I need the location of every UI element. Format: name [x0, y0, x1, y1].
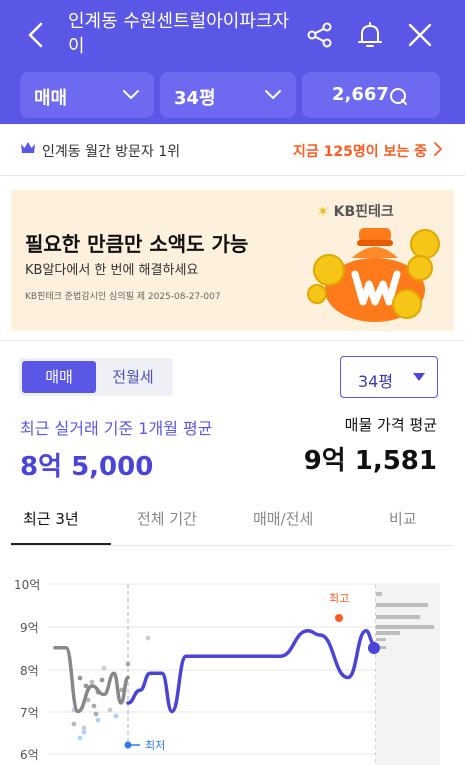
ad-fine-print: KB핀테크 준법감시인 심의필 제 2025-08-27-007 [25, 292, 221, 302]
caret-down-icon [413, 373, 425, 381]
series-line-main [126, 629, 376, 714]
toggle-rent[interactable]: 전월세 [96, 361, 170, 393]
trade-toggle: 매매 전월세 [19, 358, 173, 396]
active-tab-indicator [11, 543, 111, 545]
y-tick-7: 7억 [20, 706, 39, 720]
area-dropdown[interactable]: 34평 [160, 72, 296, 118]
transaction-dot [77, 675, 83, 681]
trade-type-label: 매매 [34, 88, 68, 109]
listing-bar [376, 625, 434, 629]
listing-bar [376, 638, 386, 641]
ad-banner[interactable]: 필요한 만큼만 소액도 가능 KB알다에서 한 번에 해결하세요 KB핀테크 준… [11, 190, 454, 331]
listing-price-label: 매물 가격 평균 [344, 416, 437, 434]
size-select-label: 34평 [358, 372, 394, 391]
listing-bar [376, 592, 382, 596]
price-chart[interactable]: 10억 9억 8억 7억 6억 최고 최저 [0, 560, 465, 765]
y-tick-10: 10억 [14, 578, 40, 592]
listing-bar [376, 631, 400, 635]
transaction-dot [71, 721, 77, 727]
listing-price-value: 9억 1,581 [303, 446, 437, 476]
y-tick-labels: 10억 9억 8억 7억 6억 [14, 578, 40, 762]
tab-all-period[interactable]: 전체 기간 [137, 508, 197, 529]
avg-price-label: 최근 실거래 기준 1개월 평균 [20, 419, 213, 438]
chevron-right-icon [434, 142, 442, 156]
money-bag-illustration [307, 228, 440, 322]
listing-count: 2,667 [332, 84, 389, 105]
page-title: 인계동 수원센트럴아이파크자이 [68, 11, 290, 57]
crown-icon [21, 142, 35, 153]
current-viewers[interactable]: 지금 125명이 보는 중 [293, 141, 427, 161]
ad-subtitle: KB알다에서 한 번에 해결하세요 [25, 263, 199, 278]
transaction-dot [107, 707, 113, 713]
toggle-sale[interactable]: 매매 [22, 361, 96, 393]
transaction-dot [113, 713, 119, 719]
high-label: 최고 [329, 592, 349, 605]
current-point [368, 642, 380, 654]
transaction-dot [89, 679, 95, 685]
avg-price-value: 8억 5,000 [20, 452, 154, 482]
filter-bar: 매매 34평 2,667 [20, 72, 440, 118]
listing-zone [376, 584, 440, 765]
chevron-down-icon [123, 90, 139, 99]
bell-icon[interactable] [355, 20, 385, 50]
area-label: 34평 [174, 88, 216, 109]
visitor-rank-row[interactable]: 인계동 월간 방문자 1위 지금 125명이 보는 중 [0, 126, 465, 176]
y-tick-9: 9억 [20, 621, 39, 635]
low-label: 최저 [145, 739, 165, 752]
close-icon[interactable] [405, 20, 435, 50]
transaction-dot [77, 735, 83, 741]
visitor-rank-text: 인계동 월간 방문자 1위 [42, 144, 181, 160]
size-select[interactable]: 34평 [340, 356, 438, 398]
y-tick-8: 8억 [20, 664, 39, 678]
trade-type-dropdown[interactable]: 매매 [20, 72, 154, 118]
top-bar: 인계동 수원센트럴아이파크자이 [0, 0, 465, 70]
tab-compare[interactable]: 비교 [389, 508, 417, 529]
y-tick-6: 6억 [20, 748, 39, 762]
transaction-dot [81, 729, 87, 735]
period-tabs: 최근 3년 전체 기간 매매/전세 비교 [11, 496, 454, 546]
section-divider [0, 340, 465, 341]
transaction-dot [145, 635, 151, 641]
listing-count-button[interactable]: 2,667 [302, 72, 440, 118]
tab-recent-3y[interactable]: 최근 3년 [23, 508, 79, 529]
listing-bar [376, 615, 420, 619]
chevron-left-icon[interactable] [22, 20, 52, 50]
ad-title: 필요한 만큼만 소액도 가능 [25, 232, 249, 256]
transaction-dot [99, 677, 105, 683]
chevron-down-icon [265, 90, 281, 99]
transaction-dot [95, 717, 101, 723]
series-line-gray [53, 646, 130, 714]
tab-sale-jeonse[interactable]: 매매/전세 [253, 508, 313, 529]
transaction-dot [93, 711, 99, 717]
app-header: 인계동 수원센트럴아이파크자이 매매 34평 2,667 [0, 0, 465, 124]
listing-bar [376, 603, 428, 607]
transaction-dot [101, 665, 107, 671]
high-point [335, 614, 343, 622]
transaction-dot [91, 703, 97, 709]
transaction-dots [71, 635, 151, 741]
transaction-dot [125, 661, 131, 667]
chat-bubble-icon [390, 88, 407, 105]
share-icon[interactable] [305, 20, 335, 50]
